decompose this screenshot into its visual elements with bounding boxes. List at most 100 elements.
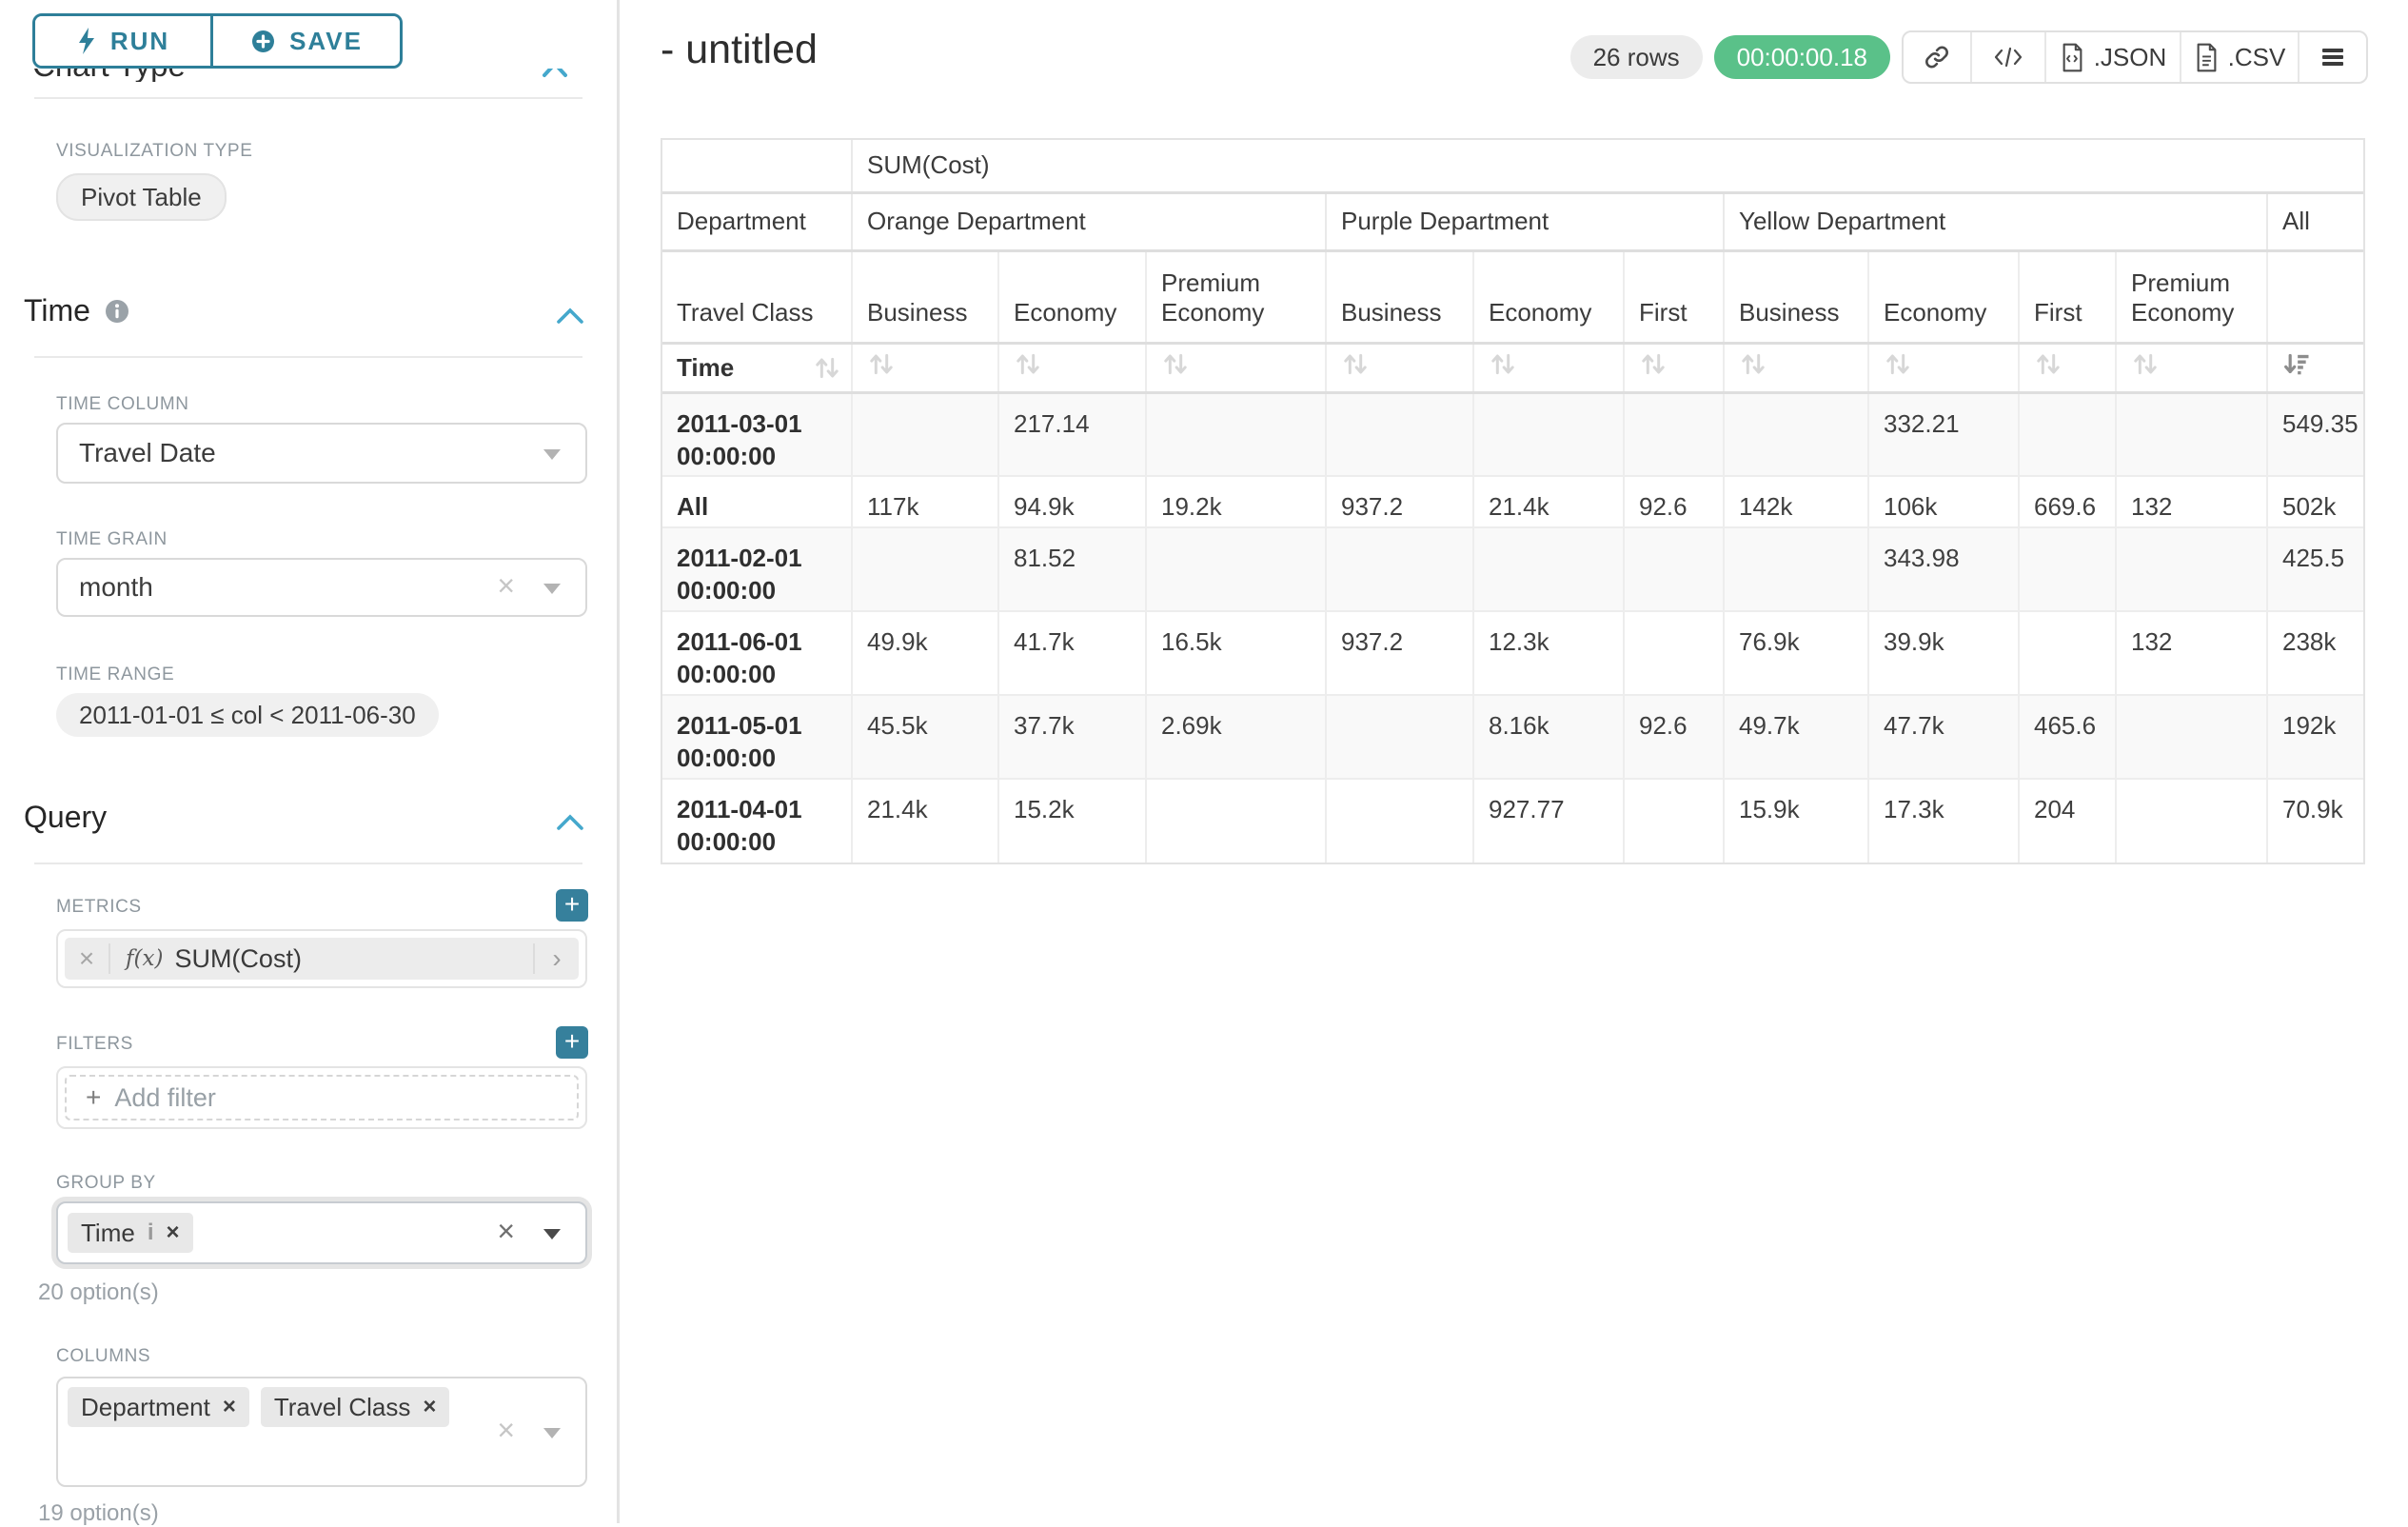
value-cell [1146, 392, 1326, 476]
remove-tag-icon[interactable]: × [423, 1394, 436, 1420]
time-section-title: Time [24, 293, 90, 328]
collapse-query-section-icon[interactable] [556, 813, 584, 831]
clear-icon[interactable]: × [497, 568, 515, 604]
sort-icon [1341, 352, 1379, 376]
view-query-button[interactable] [1972, 32, 2046, 82]
sort-column-header[interactable] [1724, 343, 1868, 392]
value-cell [1724, 527, 1868, 611]
export-csv-button[interactable]: .CSV [2181, 32, 2299, 82]
value-cell: 142k [1724, 476, 1868, 527]
time-range-pill[interactable]: 2011-01-01 ≤ col < 2011-06-30 [56, 693, 439, 737]
chevron-up-icon[interactable] [541, 69, 569, 79]
class-header: Economy [998, 250, 1146, 343]
visualization-type-pill[interactable]: Pivot Table [56, 173, 227, 221]
value-cell: 92.6 [1624, 695, 1724, 779]
columns-label: COLUMNS [56, 1346, 150, 1367]
table-row: 2011-05-01 00:00:0045.5k37.7k2.69k8.16k9… [662, 695, 2363, 779]
query-section-title: Query [24, 800, 107, 835]
value-cell [1624, 611, 1724, 695]
value-cell: 117k [852, 476, 998, 527]
value-cell: 132 [2116, 476, 2267, 527]
sort-column-header[interactable] [1473, 343, 1624, 392]
value-cell: 21.4k [852, 779, 998, 863]
sort-column-header[interactable] [1146, 343, 1326, 392]
sort-column-header[interactable] [2116, 343, 2267, 392]
chevron-down-icon[interactable] [543, 449, 561, 460]
sort-column-header-all[interactable] [2267, 343, 2363, 392]
collapse-time-section-icon[interactable] [556, 307, 584, 325]
sort-column-header[interactable] [1868, 343, 2019, 392]
value-cell: 39.9k [1868, 611, 2019, 695]
add-filter-button[interactable]: + Add filter [65, 1075, 579, 1120]
expand-metric-icon[interactable]: › [533, 943, 579, 974]
sort-icon [1739, 352, 1777, 376]
time-range-label: TIME RANGE [56, 664, 174, 685]
chart-title[interactable]: - untitled [661, 27, 818, 73]
export-json-button[interactable]: .JSON [2046, 32, 2181, 82]
remove-tag-icon[interactable]: × [166, 1220, 179, 1246]
sort-icon [1884, 352, 1922, 376]
value-cell: 425.5 [2267, 527, 2363, 611]
value-cell: 8.16k [1473, 695, 1624, 779]
divider [34, 97, 582, 99]
time-column-select[interactable]: Travel Date [56, 423, 587, 484]
save-button[interactable]: SAVE [213, 16, 400, 66]
run-button[interactable]: RUN [35, 16, 213, 66]
time-grain-select[interactable]: month × [56, 558, 587, 617]
class-header: Premium Economy [2116, 250, 2267, 343]
code-icon [1993, 45, 2023, 69]
value-cell [1326, 695, 1473, 779]
value-cell: 549.35 [2267, 392, 2363, 476]
sort-icon [1639, 352, 1677, 376]
share-link-button[interactable] [1904, 32, 1972, 82]
sort-header-time[interactable]: Time [662, 343, 852, 392]
clear-icon[interactable]: × [497, 1413, 515, 1448]
chevron-down-icon[interactable] [543, 584, 561, 594]
add-metric-button[interactable]: + [556, 889, 588, 922]
chevron-down-icon[interactable] [543, 1229, 561, 1239]
row-count-badge: 26 rows [1570, 35, 1703, 79]
value-cell: 81.52 [998, 527, 1146, 611]
value-cell: 15.9k [1724, 779, 1868, 863]
value-cell [1624, 527, 1724, 611]
metric-pill[interactable]: × f(x) SUM(Cost) › [65, 938, 579, 980]
sort-column-header[interactable] [1624, 343, 1724, 392]
value-cell [852, 527, 998, 611]
value-cell [1326, 392, 1473, 476]
value-cell [1146, 779, 1326, 863]
columns-tag-travel-class: Travel Class × [261, 1387, 450, 1427]
remove-metric-icon[interactable]: × [65, 943, 110, 974]
add-filter-plus-button[interactable]: + [556, 1026, 588, 1059]
sort-column-header[interactable] [998, 343, 1146, 392]
value-cell [1624, 779, 1724, 863]
divider [34, 863, 582, 864]
remove-tag-icon[interactable]: × [223, 1394, 236, 1420]
class-header: First [2019, 250, 2116, 343]
time-column-label: TIME COLUMN [56, 394, 189, 415]
value-cell: 465.6 [2019, 695, 2116, 779]
query-section-header: Query [24, 800, 107, 835]
group-by-select[interactable]: Time i × × [56, 1201, 587, 1264]
columns-select[interactable]: Department × Travel Class × × [56, 1377, 587, 1487]
time-range-value: 2011-01-01 ≤ col < 2011-06-30 [79, 701, 416, 730]
filters-label: FILTERS [56, 1034, 133, 1055]
sort-column-header[interactable] [852, 343, 998, 392]
sort-column-header[interactable] [2019, 343, 2116, 392]
chart-panel: - untitled 26 rows 00:00:00.18 .JSON [620, 0, 2408, 1523]
sort-column-header[interactable] [1326, 343, 1473, 392]
lightning-bolt-icon [76, 28, 97, 54]
clear-icon[interactable]: × [497, 1214, 515, 1249]
chevron-down-icon[interactable] [543, 1428, 561, 1438]
info-icon[interactable] [104, 298, 130, 325]
value-cell: 49.7k [1724, 695, 1868, 779]
class-header-empty [2267, 250, 2363, 343]
tag-label: Time [81, 1219, 135, 1248]
value-cell: 132 [2116, 611, 2267, 695]
value-cell: 37.7k [998, 695, 1146, 779]
value-cell: 927.77 [1473, 779, 1624, 863]
sort-icon [813, 356, 841, 380]
tag-info-icon[interactable]: i [148, 1220, 154, 1246]
value-cell [1473, 392, 1624, 476]
row-label: All [662, 476, 852, 527]
more-options-button[interactable] [2299, 32, 2366, 82]
